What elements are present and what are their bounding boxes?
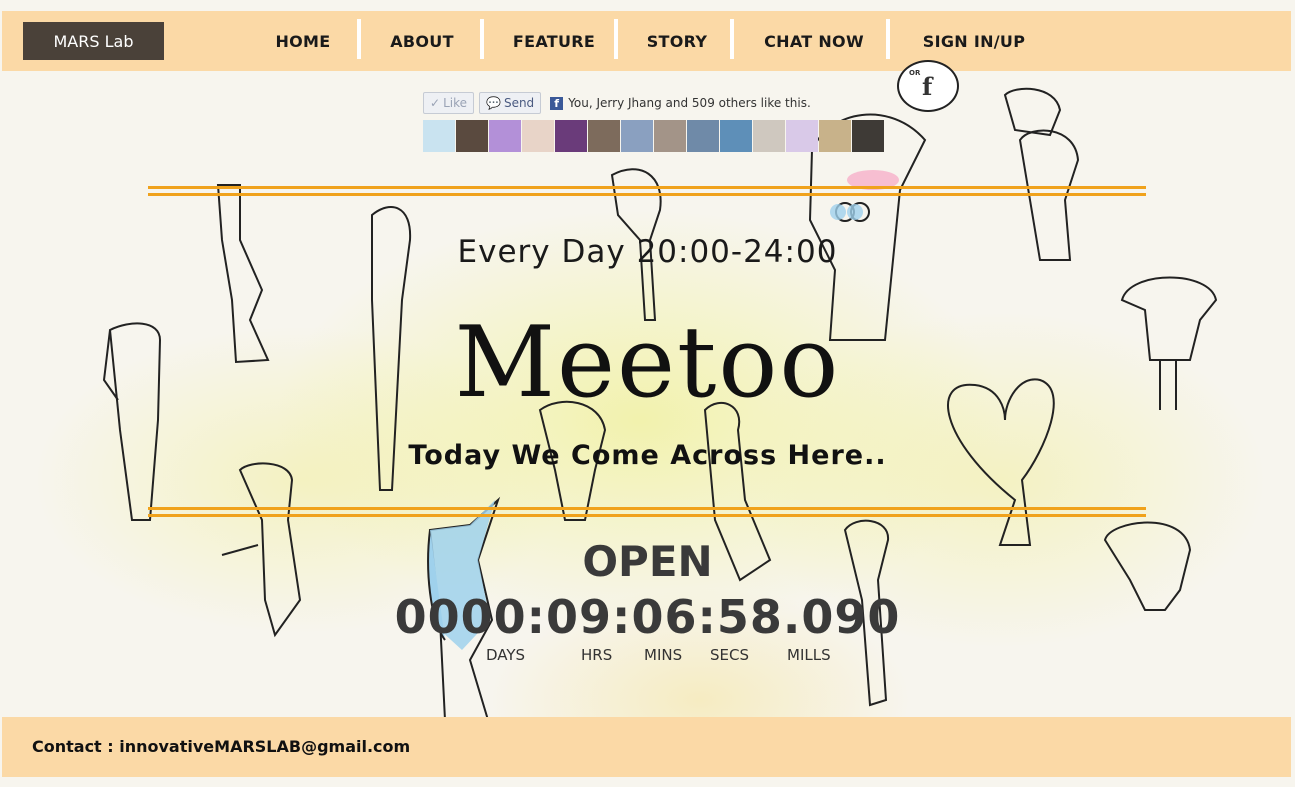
open-status: OPEN xyxy=(582,537,713,586)
facebook-icon: f xyxy=(922,72,933,101)
hours-tagline: Every Day 20:00-24:00 xyxy=(457,234,838,270)
friend-avatar[interactable] xyxy=(720,120,752,152)
nav-sign-in-up[interactable]: SIGN IN/UP xyxy=(918,29,1030,53)
divider-line xyxy=(148,507,1146,510)
facepile xyxy=(423,120,884,152)
nav-about[interactable]: ABOUT xyxy=(390,29,453,53)
unit-secs: SECS xyxy=(710,646,749,664)
friend-avatar[interactable] xyxy=(489,120,521,152)
nav-home[interactable]: HOME xyxy=(272,29,334,53)
nav-divider xyxy=(357,19,361,59)
check-icon: ✓ xyxy=(430,96,441,110)
friend-avatar[interactable] xyxy=(687,120,719,152)
facebook-login-bubble[interactable]: OR f xyxy=(897,60,959,112)
friend-avatar[interactable] xyxy=(423,120,455,152)
friend-avatar[interactable] xyxy=(621,120,653,152)
friend-avatar[interactable] xyxy=(819,120,851,152)
nav-feature[interactable]: FEATURE xyxy=(512,29,596,53)
facebook-logo-icon: f xyxy=(550,96,564,110)
like-button[interactable]: ✓ Like xyxy=(423,92,474,114)
footer: Contact : innovativeMARSLAB@gmail.com xyxy=(2,717,1291,777)
site-subtitle: Today We Come Across Here.. xyxy=(408,440,887,471)
nav-divider xyxy=(480,19,484,59)
nav-divider xyxy=(886,19,890,59)
friend-avatar[interactable] xyxy=(456,120,488,152)
or-label: OR xyxy=(909,69,921,77)
send-button[interactable]: 💬 Send xyxy=(479,92,542,114)
unit-hrs: HRS xyxy=(581,646,613,664)
nav-divider xyxy=(614,19,618,59)
brand-logo[interactable]: MARS Lab xyxy=(23,22,164,60)
site-title: Meetoo xyxy=(454,306,841,420)
unit-days: DAYS xyxy=(486,646,526,664)
divider-line xyxy=(148,193,1146,196)
friend-avatar[interactable] xyxy=(786,120,818,152)
countdown-timer: 0000:09:06:58.090 xyxy=(394,590,901,644)
divider-line xyxy=(148,514,1146,517)
friend-avatar[interactable] xyxy=(522,120,554,152)
facebook-like-bar: ✓ Like 💬 Send f You, Jerry Jhang and 509… xyxy=(423,92,811,114)
nav-divider xyxy=(730,19,734,59)
friend-avatar[interactable] xyxy=(654,120,686,152)
friend-avatar[interactable] xyxy=(588,120,620,152)
nav-story[interactable]: STORY xyxy=(646,29,708,53)
divider-line xyxy=(148,186,1146,189)
nav-chat-now[interactable]: CHAT NOW xyxy=(762,29,866,53)
navbar: MARS Lab HOME ABOUT FEATURE STORY CHAT N… xyxy=(2,11,1291,71)
friend-avatar[interactable] xyxy=(753,120,785,152)
chat-bubble-icon: 💬 xyxy=(486,96,501,110)
friend-avatar[interactable] xyxy=(852,120,884,152)
friend-avatar[interactable] xyxy=(555,120,587,152)
unit-mills: MILLS xyxy=(787,646,831,664)
unit-mins: MINS xyxy=(644,646,683,664)
like-social-text: f You, Jerry Jhang and 509 others like t… xyxy=(550,96,811,110)
contact-email[interactable]: Contact : innovativeMARSLAB@gmail.com xyxy=(32,737,410,756)
